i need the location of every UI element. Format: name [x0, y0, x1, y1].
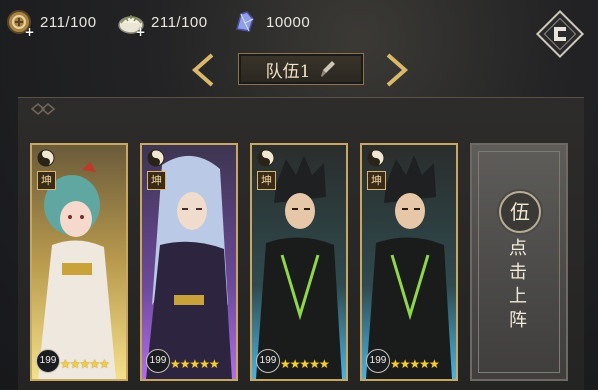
panel-ornament-icon [30, 103, 56, 115]
element-tag: 坤 [37, 171, 56, 190]
resource-dumpling[interactable]: + 211/100 [117, 8, 208, 38]
element-tag: 坤 [367, 171, 386, 190]
hero-card-2[interactable]: 坤 199 ★★★★★ [140, 143, 238, 381]
hero-card-1[interactable]: 坤 199 ★★★★★ [30, 143, 128, 381]
yin-yang-icon [37, 149, 55, 167]
resource-crystal[interactable]: 10000 [232, 8, 310, 36]
star-rating: ★★★★★ [170, 357, 220, 371]
empty-slot-5[interactable]: 伍 点击上阵 [470, 143, 568, 381]
yin-yang-icon [367, 149, 385, 167]
star-rating: ★★★★★ [280, 357, 330, 371]
crystal-value: 10000 [266, 13, 311, 31]
element-tag: 坤 [257, 171, 276, 190]
level-badge: 199 [36, 349, 60, 373]
element-tag: 坤 [147, 171, 166, 190]
diamond-menu-button[interactable] [532, 6, 588, 62]
yin-yang-icon [257, 149, 275, 167]
dumpling-value: 211/100 [151, 13, 208, 31]
prev-team-button[interactable] [190, 52, 216, 88]
level-badge: 199 [256, 349, 280, 373]
chevron-right-icon [386, 53, 409, 87]
star-rating: ★★★★★ [60, 357, 110, 371]
team-label-box[interactable]: 队伍1 [238, 53, 364, 85]
plus-icon[interactable]: + [24, 26, 35, 38]
next-team-button[interactable] [384, 52, 410, 88]
level-badge: 199 [366, 349, 390, 373]
yin-yang-icon [147, 149, 165, 167]
team-name: 队伍1 [265, 61, 311, 82]
resource-stamina[interactable]: + 211/100 [6, 8, 97, 38]
chevron-left-icon [191, 53, 214, 87]
team-selector: 队伍1 [190, 50, 410, 88]
crystal-icon [232, 9, 258, 35]
stamina-coin-icon: + [6, 9, 35, 38]
level-badge: 199 [146, 349, 170, 373]
dumpling-icon: + [117, 9, 146, 38]
slot-number-seal: 伍 [499, 191, 541, 233]
plus-icon[interactable]: + [135, 26, 146, 38]
resource-bar: + 211/100 + 211/100 10000 [0, 0, 598, 59]
brush-edit-icon[interactable] [320, 60, 336, 78]
hero-card-3[interactable]: 坤 199 ★★★★★ [250, 143, 348, 381]
deploy-prompt: 点击上阵 [509, 238, 527, 331]
star-rating: ★★★★★ [390, 357, 440, 371]
stamina-value: 211/100 [40, 13, 97, 31]
hero-card-4[interactable]: 坤 199 ★★★★★ [360, 143, 458, 381]
diamond-menu-icon [535, 9, 585, 59]
